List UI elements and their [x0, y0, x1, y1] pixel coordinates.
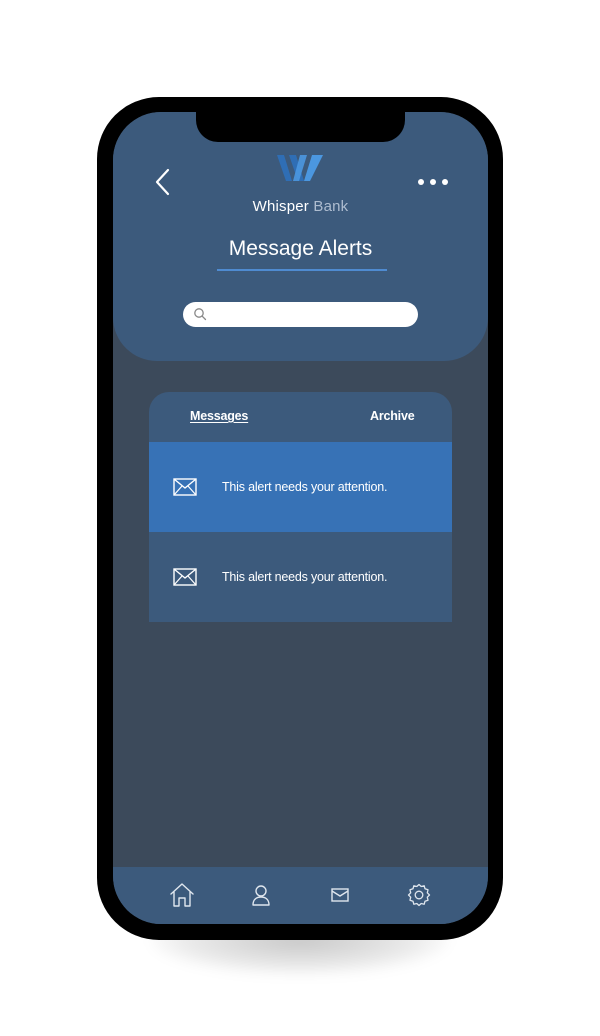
nav-messages[interactable] [326, 881, 354, 909]
nav-settings[interactable] [405, 881, 433, 909]
settings-icon [407, 883, 431, 907]
search-icon [194, 308, 207, 321]
more-options-button[interactable] [413, 174, 453, 190]
alert-row[interactable]: This alert needs your attention. [149, 442, 452, 532]
alert-text: This alert needs your attention. [222, 480, 388, 494]
tab-bar: Messages Archive [149, 392, 452, 442]
page-title: Message Alerts [228, 237, 373, 260]
search-bar[interactable] [183, 302, 418, 327]
back-button[interactable] [149, 164, 179, 200]
mail-icon [173, 478, 197, 496]
brand-logo-icon [277, 155, 323, 181]
nav-profile[interactable] [247, 881, 275, 909]
chevron-left-icon [155, 168, 170, 196]
mail-icon [331, 888, 349, 902]
more-dots-icon [418, 179, 448, 185]
nav-home[interactable] [168, 881, 196, 909]
tab-messages[interactable]: Messages [190, 409, 248, 423]
brand-name: Whisper Bank [113, 198, 488, 215]
phone-notch [196, 112, 405, 142]
title-underline [217, 269, 387, 271]
bottom-nav [113, 867, 488, 924]
mail-icon [173, 568, 197, 586]
brand-name-secondary: Bank [313, 198, 349, 215]
alerts-card: Messages Archive This alert needs your a… [149, 392, 452, 622]
tab-archive[interactable]: Archive [370, 409, 415, 423]
phone-screen: Whisper Bank Message Alerts Messages Arc… [113, 112, 488, 924]
alert-text: This alert needs your attention. [222, 570, 388, 584]
search-input[interactable] [213, 305, 408, 324]
brand-name-primary: Whisper [252, 198, 310, 215]
alert-row[interactable]: This alert needs your attention. [149, 532, 452, 622]
header: Whisper Bank Message Alerts [113, 112, 488, 361]
profile-icon [252, 885, 270, 906]
home-icon [170, 883, 194, 907]
